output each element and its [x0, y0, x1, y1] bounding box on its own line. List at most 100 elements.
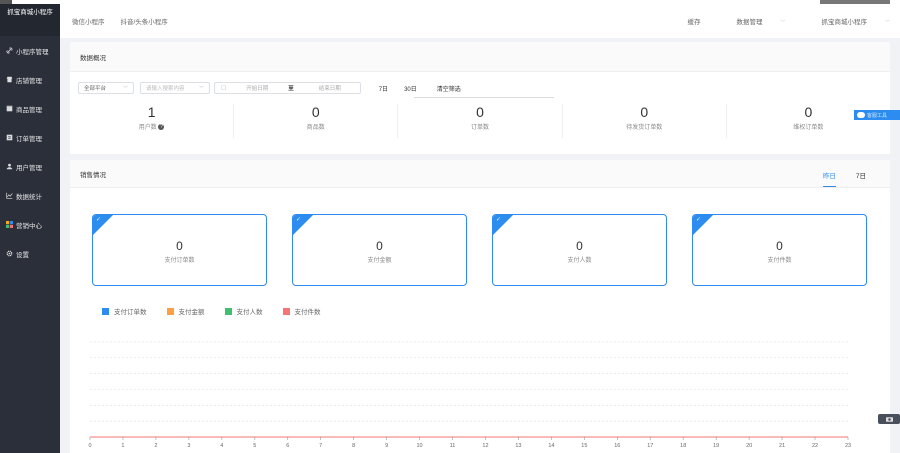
- card-pay-items[interactable]: ✓ 0 支付件数: [692, 214, 867, 286]
- card-pay-amount[interactable]: ✓ 0 支付金额: [292, 214, 467, 286]
- order-icon: [5, 134, 13, 142]
- legend-item[interactable]: 支付件数: [282, 306, 321, 316]
- x-tick-label: 12: [482, 443, 488, 449]
- platform-select-value: 全部平台: [84, 86, 107, 92]
- data-mgmt-label: 数据管理: [736, 19, 763, 26]
- card-pay-users[interactable]: ✓ 0 支付人数: [492, 214, 667, 286]
- x-tick-label: 9: [385, 443, 388, 449]
- header-right: 缓存 数据管理 ﹀ 抓宝商城小程序 ﹀: [669, 16, 900, 26]
- overview-title: 数据概况: [70, 42, 890, 72]
- stat-label: 维权订单数: [793, 125, 824, 131]
- x-tick-label: 16: [614, 443, 620, 449]
- cache-button[interactable]: 缓存: [687, 16, 700, 26]
- search-placeholder: 请输入搜索内容: [146, 86, 185, 92]
- calendar-icon: ▢: [221, 85, 227, 91]
- camera-icon: [885, 417, 893, 422]
- start-date-input[interactable]: 开始日期: [232, 84, 282, 92]
- sidebar: 抓宝商城小程序 小程序管理 店铺管理 商品管理 订单管理 用户管理 数据统计 营…: [0, 4, 60, 453]
- goods-icon: [5, 105, 13, 113]
- x-tick-label: 7: [319, 443, 322, 449]
- sidebar-item-shop[interactable]: 店铺管理: [0, 65, 60, 94]
- marketing-icon: [5, 221, 13, 229]
- quick-7d-button[interactable]: 7日: [379, 84, 388, 93]
- sidebar-item-goods[interactable]: 商品管理: [0, 94, 60, 123]
- sales-line-chart: 0 1 2 3 4 5 6 7 8 9 10 11 12 13 14 15 16 17 18 19 20 21 22 23: [88, 341, 851, 449]
- sales-cards: ✓ 0 支付订单数 ✓ 0 支付金额 ✓ 0 支付人数 ✓ 0 支付件数: [92, 214, 867, 286]
- tab-7days[interactable]: 7日: [856, 170, 866, 187]
- sidebar-item-miniprogram[interactable]: 小程序管理: [0, 36, 60, 65]
- sidebar-item-label: 店铺管理: [16, 77, 42, 85]
- sidebar-item-marketing[interactable]: 营销中心: [0, 210, 60, 239]
- sidebar-item-orders[interactable]: 订单管理: [0, 123, 60, 152]
- card-label: 支付金额: [367, 258, 392, 264]
- help-icon[interactable]: ?: [158, 124, 165, 131]
- chevron-down-icon: ﹀: [884, 20, 890, 26]
- account-menu[interactable]: 抓宝商城小程序 ﹀: [803, 16, 890, 26]
- data-mgmt-menu[interactable]: 数据管理 ﹀: [718, 16, 785, 26]
- sidebar-item-label: 数据统计: [16, 193, 42, 201]
- link-icon: [5, 47, 13, 55]
- sidebar-item-settings[interactable]: 设置: [0, 239, 60, 268]
- overview-panel: 数据概况 全部平台 ﹀ 请输入搜索内容 ﹀ ▢ 开始日期 至 结束日期 7日 3…: [70, 42, 890, 154]
- card-value: 0: [376, 239, 383, 253]
- tab-wechat[interactable]: 微信小程序: [72, 16, 105, 26]
- search-select[interactable]: 请输入搜索内容 ﹀: [140, 82, 210, 94]
- card-value: 0: [176, 239, 183, 253]
- chevron-down-icon: ﹀: [198, 85, 204, 92]
- stat-users: 1 用户数 ?: [70, 104, 235, 138]
- x-tick-label: 18: [680, 443, 686, 449]
- clear-filter-button[interactable]: 清空筛选: [437, 84, 461, 93]
- sales-title: 销售情况: [70, 160, 890, 188]
- stat-label: 用户数: [138, 125, 157, 131]
- stat-label-wrap: 用户数 ?: [70, 122, 233, 131]
- quick-underline: [414, 97, 554, 98]
- stats-row: 1 用户数 ? 0 商品数 0 订单数 0 待发货订单数 0 维权订单数: [70, 104, 890, 138]
- x-tick-label: 13: [515, 443, 521, 449]
- screenshot-button[interactable]: [878, 414, 900, 424]
- x-tick-label: 14: [548, 443, 554, 449]
- check-icon: ✓: [96, 217, 102, 223]
- x-tick-label: 4: [220, 443, 223, 449]
- x-tick-label: 3: [187, 443, 190, 449]
- legend-item[interactable]: 支付订单数: [102, 306, 147, 316]
- top-header: 微信小程序 抖音/头条小程序 缓存 数据管理 ﹀ 抓宝商城小程序 ﹀: [60, 4, 900, 38]
- sales-panel: 销售情况 昨日 7日 ✓ 0 支付订单数 ✓ 0 支付金额 ✓ 0 支付人数 ✓…: [70, 160, 890, 453]
- tab-douyin[interactable]: 抖音/头条小程序: [121, 16, 168, 26]
- range-separator: 至: [288, 86, 294, 92]
- tab-yesterday[interactable]: 昨日: [822, 170, 836, 187]
- sidebar-item-stats[interactable]: 数据统计: [0, 181, 60, 210]
- card-label: 支付件数: [767, 258, 792, 264]
- check-icon: ✓: [496, 217, 502, 223]
- brand-title: 抓宝商城小程序: [0, 4, 60, 36]
- sidebar-item-label: 商品管理: [16, 106, 42, 114]
- chart-legend: 支付订单数 支付金额 支付人数 支付件数: [102, 306, 341, 316]
- check-icon: ✓: [696, 217, 702, 223]
- sidebar-item-users[interactable]: 用户管理: [0, 152, 60, 181]
- sidebar-item-label: 订单管理: [16, 135, 42, 143]
- legend-label: 支付金额: [178, 309, 205, 316]
- stat-value: 1: [147, 104, 156, 120]
- platform-select[interactable]: 全部平台 ﹀: [78, 82, 134, 94]
- legend-item[interactable]: 支付人数: [224, 306, 263, 316]
- x-tick-label: 1: [121, 443, 124, 449]
- stat-label: 订单数: [471, 125, 490, 131]
- stat-goods: 0 商品数: [234, 104, 399, 138]
- x-tick-label: 15: [581, 443, 587, 449]
- x-tick-label: 22: [812, 443, 818, 449]
- x-tick-label: 2: [154, 443, 157, 449]
- gear-icon: [5, 250, 13, 258]
- end-date-input[interactable]: 结束日期: [300, 84, 360, 92]
- card-pay-orders[interactable]: ✓ 0 支付订单数: [92, 214, 267, 286]
- date-range-picker[interactable]: ▢ 开始日期 至 结束日期: [214, 82, 361, 94]
- x-tick-label: 23: [845, 443, 851, 449]
- x-tick-label: 5: [253, 443, 256, 449]
- customer-service-button[interactable]: 客服工具: [854, 110, 900, 120]
- account-label: 抓宝商城小程序: [821, 19, 867, 26]
- legend-swatch: [282, 307, 290, 315]
- x-tick-label: 21: [779, 443, 785, 449]
- quick-30d-button[interactable]: 30日: [404, 84, 417, 93]
- x-tick-label: 11: [450, 443, 456, 449]
- legend-item[interactable]: 支付金额: [166, 306, 205, 316]
- x-tick-label: 17: [647, 443, 653, 449]
- chevron-down-icon: ﹀: [780, 20, 786, 26]
